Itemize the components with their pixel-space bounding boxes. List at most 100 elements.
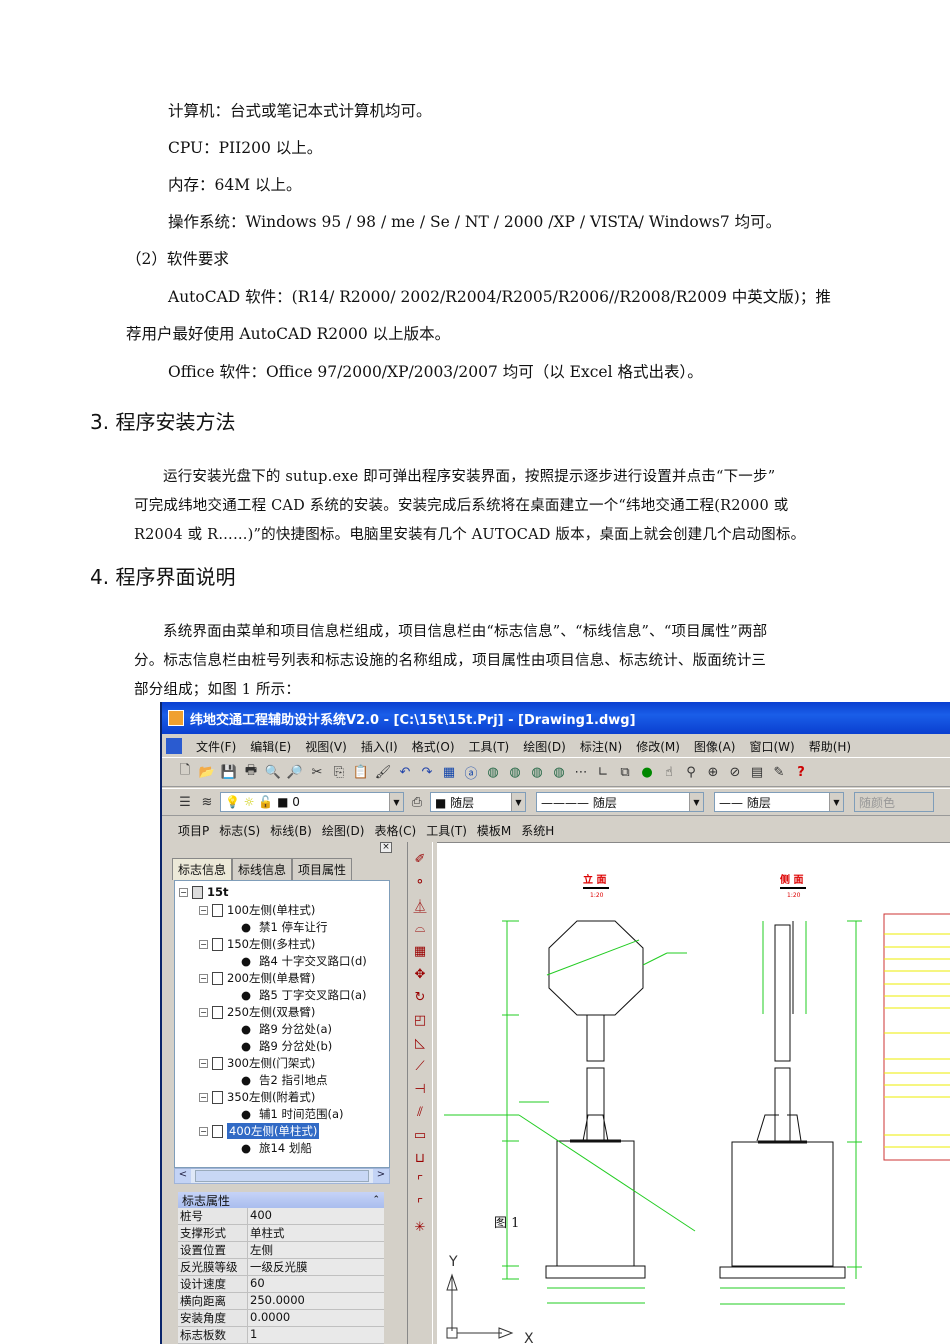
property-row[interactable]: 标志板数 1 — [178, 1327, 384, 1344]
menu-window[interactable]: 窗口(W) — [749, 738, 794, 755]
distance-icon[interactable]: ⋯ — [572, 763, 590, 781]
menu-project[interactable]: 项目P — [178, 822, 209, 839]
scroll-right-icon[interactable]: > — [373, 1169, 389, 1183]
save-icon[interactable]: 💾 — [220, 763, 238, 781]
menu-sign[interactable]: 标志(S) — [219, 822, 260, 839]
menu-draw[interactable]: 绘图(D) — [523, 738, 566, 755]
tree-group[interactable]: − 350左侧(附着式) — [199, 1089, 315, 1105]
tree-group[interactable]: − 200左侧(单悬臂) — [199, 970, 315, 986]
menu-view[interactable]: 视图(V) — [305, 738, 347, 755]
preview-icon[interactable]: 🔍 — [264, 763, 282, 781]
color-select[interactable]: ■ 随层 ▼ — [430, 792, 526, 812]
scroll-thumb[interactable] — [195, 1170, 369, 1182]
print-icon[interactable]: 🖶 — [242, 763, 260, 781]
collapse-icon[interactable]: − — [199, 1126, 208, 1136]
menu-edit[interactable]: 编辑(E) — [250, 738, 291, 755]
property-row[interactable]: 安装角度 0.0000 — [178, 1310, 384, 1327]
menu-table[interactable]: 表格(C) — [374, 822, 416, 839]
scale-icon[interactable]: ◰ — [411, 1011, 429, 1029]
property-row[interactable]: 支撑形式 单柱式 — [178, 1225, 384, 1242]
menu-tools[interactable]: 工具(T) — [469, 738, 510, 755]
property-row[interactable]: 设计速度 60 — [178, 1276, 384, 1293]
explode-icon[interactable]: ✳ — [411, 1218, 429, 1236]
menu-marking[interactable]: 标线(B) — [270, 822, 312, 839]
tool-palette-icon[interactable]: ✎ — [770, 763, 788, 781]
linetype-select[interactable]: ———— 随层 ▼ — [536, 792, 704, 812]
tree-item[interactable]: ● 路9 分岔处(b) — [241, 1038, 332, 1054]
menu-help[interactable]: 帮助(H) — [809, 738, 851, 755]
menu-format[interactable]: 格式(O) — [412, 738, 455, 755]
globe-icon[interactable]: ◍ — [484, 763, 502, 781]
move-icon[interactable]: ✥ — [411, 965, 429, 983]
chamfer-icon[interactable]: ⌜ — [411, 1172, 429, 1190]
tree-group[interactable]: − 300左侧(门架式) — [199, 1055, 315, 1071]
ucs-icon[interactable]: ∟ — [594, 763, 612, 781]
paste-icon[interactable]: 📋 — [352, 763, 370, 781]
array-icon[interactable]: ▦ — [411, 942, 429, 960]
tree-item[interactable]: ● 旅14 划船 — [241, 1140, 312, 1156]
menu-file[interactable]: 文件(F) — [196, 738, 236, 755]
copy-object-icon[interactable]: ⚬ — [411, 873, 429, 891]
collapse-icon[interactable]: − — [199, 1007, 208, 1017]
join-icon[interactable]: ⊔ — [411, 1149, 429, 1167]
design-center-icon[interactable]: ▦ — [440, 763, 458, 781]
property-row[interactable]: 设置位置 左侧 — [178, 1242, 384, 1259]
menu-template[interactable]: 模板M — [477, 822, 511, 839]
horizontal-scrollbar[interactable]: < > — [174, 1168, 390, 1184]
property-row[interactable]: 桩号 400 — [178, 1208, 384, 1225]
spellcheck-icon[interactable]: 🔎 — [286, 763, 304, 781]
menu-modify[interactable]: 修改(M) — [636, 738, 680, 755]
tree-item[interactable]: ● 路9 分岔处(a) — [241, 1021, 332, 1037]
tab-project-props[interactable]: 项目属性 — [292, 858, 353, 880]
help-icon[interactable]: ? — [792, 763, 810, 781]
match-properties-icon[interactable]: 🖌 — [374, 763, 392, 781]
menu-drawing[interactable]: 绘图(D) — [322, 822, 365, 839]
copy-icon[interactable]: ⎘ — [330, 763, 348, 781]
break-at-point-icon[interactable]: ▭ — [411, 1126, 429, 1144]
tree-item[interactable]: ● 禁1 停车让行 — [241, 919, 328, 935]
orbit-icon[interactable]: ● — [638, 763, 656, 781]
zoom-window-icon[interactable]: ⊕ — [704, 763, 722, 781]
fillet-icon[interactable]: ⌜ — [411, 1195, 429, 1213]
new-icon[interactable]: 🗋 — [176, 763, 194, 781]
menu-insert[interactable]: 插入(I) — [361, 738, 398, 755]
erase-icon[interactable]: ✐ — [411, 850, 429, 868]
collapse-icon[interactable]: − — [199, 1092, 208, 1102]
menu-tool[interactable]: 工具(T) — [426, 822, 467, 839]
tab-sign-info[interactable]: 标志信息 — [172, 858, 233, 880]
undo-icon[interactable]: ↶ — [396, 763, 414, 781]
tree-root[interactable]: − 15t — [179, 885, 229, 899]
tree-item[interactable]: ● 辅1 时间范围(a) — [241, 1106, 344, 1122]
tree-item[interactable]: ● 路4 十字交叉路口(d) — [241, 953, 367, 969]
tree-group[interactable]: − 400左侧(单柱式) — [199, 1123, 320, 1139]
zoom-realtime-icon[interactable]: ⚲ — [682, 763, 700, 781]
lineweight-select[interactable]: —— 随层 ▼ — [714, 792, 844, 812]
tree-group[interactable]: − 150左侧(多柱式) — [199, 936, 315, 952]
web-icon[interactable]: ⓐ — [462, 763, 480, 782]
property-row[interactable]: 横向距离 250.0000 — [178, 1293, 384, 1310]
menu-dimension[interactable]: 标注(N) — [580, 738, 622, 755]
layer-select[interactable]: 💡 ☼ 🔓 ■ 0 ▼ — [220, 792, 404, 812]
break-icon[interactable]: ⫽ — [411, 1103, 429, 1121]
globe-icon[interactable]: ◍ — [506, 763, 524, 781]
tab-marking-info[interactable]: 标线信息 — [232, 858, 293, 880]
open-icon[interactable]: 📂 — [198, 763, 216, 781]
globe-icon[interactable]: ◍ — [550, 763, 568, 781]
mirror-icon[interactable]: ⏅ — [411, 896, 429, 915]
collapse-icon[interactable]: ⌃ — [372, 1195, 380, 1205]
menu-system[interactable]: 系统H — [521, 822, 554, 839]
property-row[interactable]: 反光膜等级 一级反光膜 — [178, 1259, 384, 1276]
tree-group[interactable]: − 250左侧(双悬臂) — [199, 1004, 315, 1020]
pan-icon[interactable]: ☝ — [660, 763, 678, 781]
close-icon[interactable]: × — [380, 842, 392, 853]
scroll-left-icon[interactable]: < — [175, 1169, 191, 1183]
rotate-icon[interactable]: ↻ — [411, 988, 429, 1006]
menu-image[interactable]: 图像(A) — [694, 738, 736, 755]
collapse-icon[interactable]: − — [199, 905, 208, 915]
layer-previous-icon[interactable]: ≋ — [198, 793, 216, 811]
trim-icon[interactable]: ⟋ — [411, 1057, 429, 1075]
tree-item[interactable]: ● 告2 指引地点 — [241, 1072, 328, 1088]
make-current-icon[interactable]: ⎙ — [408, 793, 426, 811]
properties-icon[interactable]: ▤ — [748, 763, 766, 781]
redo-icon[interactable]: ↷ — [418, 763, 436, 781]
